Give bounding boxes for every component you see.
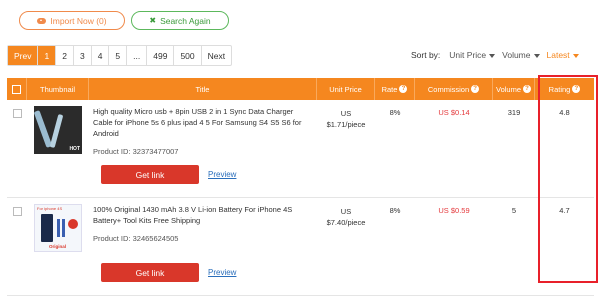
sort-volume-label: Volume <box>502 50 531 60</box>
import-now-button[interactable]: Import Now (0) <box>19 11 125 30</box>
product-id: Product ID: 32465624505 <box>93 234 179 243</box>
unit-price-cell: US $7.40/piece <box>317 198 375 295</box>
unit-price-cell: US $1.71/piece <box>317 100 375 197</box>
sort-by-label: Sort by: <box>411 50 441 60</box>
pagination-page-2[interactable]: 2 <box>56 46 74 65</box>
header-unit-price: Unit Price <box>317 78 375 100</box>
rate-cell: 8% <box>389 108 401 117</box>
pagination-page-500[interactable]: 500 <box>174 46 202 65</box>
commission-cell: US $0.59 <box>438 206 470 215</box>
caret-down-icon <box>572 53 579 58</box>
select-all-checkbox[interactable] <box>12 84 21 94</box>
thumbnail-cell: For iphone 4S Original <box>27 198 89 295</box>
caret-down-icon <box>533 53 540 58</box>
import-now-label: Import Now (0) <box>50 15 107 26</box>
thumb-hot-text: HOT <box>69 146 80 152</box>
pagination: Prev 1 2 3 4 5 ... 499 500 Next <box>7 45 233 66</box>
pagination-page-4[interactable]: 4 <box>92 46 110 65</box>
header-rating-label: Rating <box>548 84 571 94</box>
preview-link[interactable]: Preview <box>208 268 236 277</box>
table-row: HOT High quality Micro usb + 8pin USB 2 … <box>7 100 594 198</box>
product-title: 100% Original 1430 mAh 3.8 V Li-ion Batt… <box>93 205 293 225</box>
get-link-button[interactable]: Get link <box>101 165 199 184</box>
sort-latest[interactable]: Latest <box>547 50 579 60</box>
volume-cell: 5 <box>511 206 517 215</box>
volume-cell: 319 <box>507 108 521 117</box>
header-title: Title <box>89 78 317 100</box>
price-value: $7.40/piece <box>326 218 366 227</box>
header-rating: Rating? <box>535 78 594 100</box>
table-header: Thumbnail Title Unit Price Rate? Commiss… <box>7 78 594 100</box>
rating-cell: 4.8 <box>559 108 570 117</box>
title-cell: High quality Micro usb + 8pin USB 2 in 1… <box>89 100 317 197</box>
header-rate-label: Rate <box>381 84 398 94</box>
get-link-button[interactable]: Get link <box>101 263 199 282</box>
pagination-next[interactable]: Next <box>202 46 231 65</box>
help-icon[interactable]: ? <box>523 85 532 93</box>
close-x-icon: ✖ <box>149 16 157 25</box>
rating-cell: 4.7 <box>559 206 570 215</box>
cloud-upload-icon <box>37 17 47 24</box>
price-currency: US <box>340 207 352 216</box>
product-thumbnail[interactable]: HOT <box>34 106 82 154</box>
sort-unit-price-label: Unit Price <box>449 50 487 60</box>
pagination-page-499[interactable]: 499 <box>147 46 175 65</box>
thumb-top-text: For iphone 4S <box>37 206 63 211</box>
price-currency: US <box>340 109 352 118</box>
header-commission-label: Commission <box>427 84 470 94</box>
caret-down-icon <box>489 53 496 58</box>
sort-volume[interactable]: Volume <box>502 50 540 60</box>
product-id: Product ID: 32373477007 <box>93 147 179 156</box>
header-volume: Volume? <box>493 78 535 100</box>
sort-bar: Sort by: Unit Price Volume Latest <box>411 50 579 60</box>
help-icon[interactable]: ? <box>399 85 408 93</box>
pagination-page-3[interactable]: 3 <box>74 46 92 65</box>
row-select <box>7 100 27 197</box>
row-checkbox[interactable] <box>12 109 22 118</box>
thumb-bottom-text: Original <box>49 244 67 249</box>
search-again-button[interactable]: ✖ Search Again <box>131 11 229 30</box>
pagination-ellipsis: ... <box>127 46 148 65</box>
product-title: High quality Micro usb + 8pin USB 2 in 1… <box>93 107 302 138</box>
header-volume-label: Volume <box>495 84 522 94</box>
thumbnail-cell: HOT <box>27 100 89 197</box>
product-thumbnail[interactable]: For iphone 4S Original <box>34 204 82 252</box>
help-icon[interactable]: ? <box>471 85 480 93</box>
title-cell: 100% Original 1430 mAh 3.8 V Li-ion Batt… <box>89 198 317 295</box>
table-row: For iphone 4S Original 100% Original 143… <box>7 198 594 296</box>
pagination-page-1[interactable]: 1 <box>38 46 57 65</box>
product-table: Thumbnail Title Unit Price Rate? Commiss… <box>7 78 594 296</box>
header-select-all[interactable] <box>7 78 27 100</box>
header-rate: Rate? <box>375 78 415 100</box>
pagination-page-5[interactable]: 5 <box>109 46 128 65</box>
search-again-label: Search Again <box>160 15 211 26</box>
header-commission: Commission? <box>415 78 493 100</box>
sort-unit-price[interactable]: Unit Price <box>449 50 496 60</box>
price-value: $1.71/piece <box>326 120 366 129</box>
rate-cell: 8% <box>389 206 401 215</box>
commission-cell: US $0.14 <box>438 108 470 117</box>
sort-latest-label: Latest <box>546 50 570 60</box>
header-thumbnail: Thumbnail <box>27 78 89 100</box>
row-checkbox[interactable] <box>12 207 22 216</box>
preview-link[interactable]: Preview <box>208 170 236 179</box>
row-select <box>7 198 27 295</box>
help-icon[interactable]: ? <box>572 85 581 93</box>
pagination-prev[interactable]: Prev <box>8 46 39 65</box>
